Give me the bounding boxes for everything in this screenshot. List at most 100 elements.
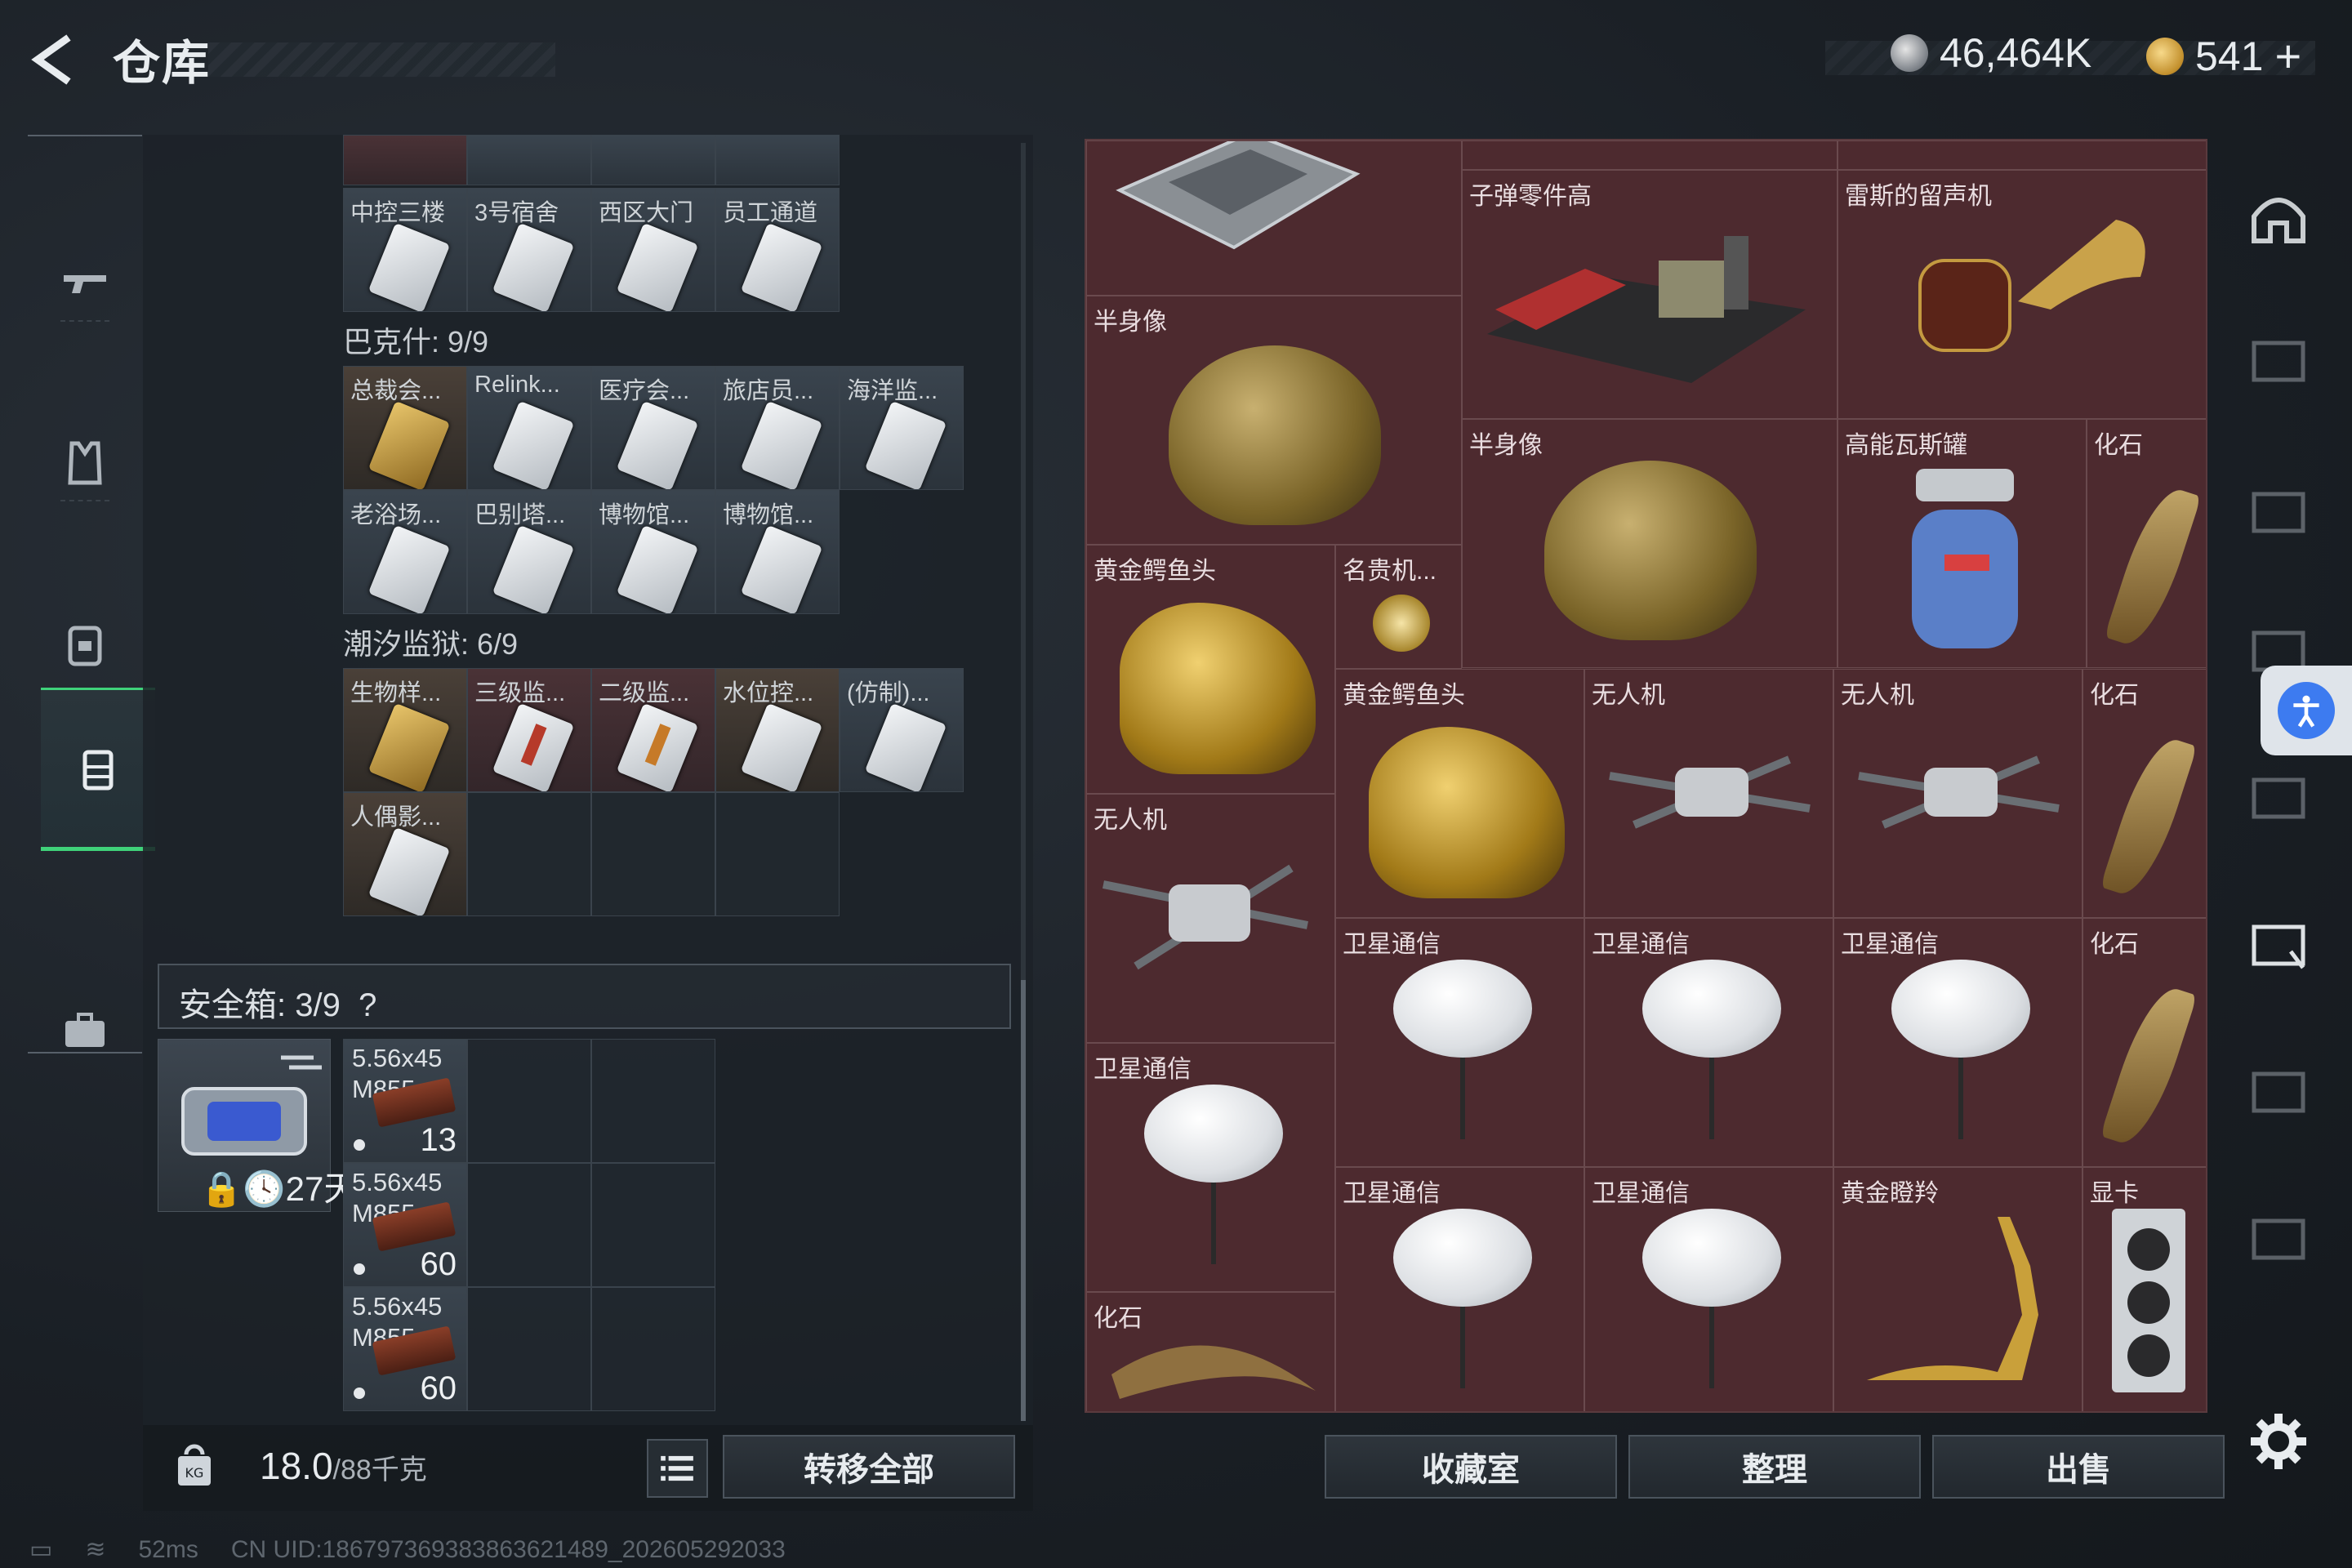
key-label: 员工通道 (723, 200, 818, 226)
key-slot[interactable] (343, 135, 467, 185)
ammo-slot[interactable]: 5.56x45 M855 13 (343, 1039, 467, 1163)
item-chip[interactable] (1086, 140, 1462, 296)
item-gold-croc[interactable]: 黄金鳄鱼头 (1086, 545, 1335, 794)
nav-weapons[interactable] (28, 202, 142, 365)
item-fossil[interactable]: 化石 (1086, 1292, 1335, 1411)
vest-icon (68, 441, 102, 485)
silver-currency: 46,464K (1891, 29, 2091, 77)
keycard-icon (492, 400, 575, 489)
list-view-button[interactable] (647, 1439, 708, 1498)
empty-slot[interactable] (715, 792, 840, 916)
key-slot[interactable]: 3号宿舍 (467, 188, 591, 312)
key-slot[interactable]: 巴别塔... (467, 490, 591, 614)
keycard-icon (616, 400, 699, 489)
accessibility-button[interactable] (2261, 666, 2352, 755)
container-slot-icon[interactable] (2246, 764, 2311, 829)
key-slot[interactable]: 中控三楼 (343, 188, 467, 312)
key-label: 生物样... (350, 680, 442, 706)
help-icon[interactable]: ? (359, 987, 376, 1023)
item-fossil[interactable]: 化石 (2082, 918, 2206, 1167)
item-bust[interactable]: 半身像 (1086, 296, 1462, 545)
key-slot[interactable]: 西区大门 (591, 188, 715, 312)
key-slot[interactable]: 三级监... (467, 668, 591, 792)
satellite-dish-icon (1642, 1209, 1781, 1307)
item-gold-deer[interactable]: 黄金瞪羚 (1833, 1167, 2082, 1411)
key-slot[interactable]: 员工通道 (715, 188, 840, 312)
empty-slot[interactable] (467, 1163, 591, 1287)
item-satellite[interactable]: 卫星通信 (1584, 1167, 1833, 1411)
key-slot[interactable]: 旅店员... (715, 366, 840, 490)
ammo-slot[interactable]: 5.56x45 M855 60 (343, 1163, 467, 1287)
container-slot-icon[interactable] (2246, 1058, 2311, 1123)
item-fossil[interactable]: 化石 (2082, 669, 2206, 918)
item-label: 化石 (2094, 432, 2143, 459)
dish-stand (1709, 1307, 1714, 1388)
item-bust[interactable]: 半身像 (1462, 419, 1838, 668)
item-gas-tank[interactable]: 高能瓦斯罐 (1838, 419, 2087, 668)
gear-icon[interactable] (2246, 1409, 2311, 1474)
gold-currency[interactable]: 541 + (2146, 29, 2301, 82)
empty-slot[interactable] (591, 792, 715, 916)
key-slot[interactable]: Relink... (467, 366, 591, 490)
key-slot[interactable]: 人偶影... (343, 792, 467, 916)
key-slot[interactable]: 水位控... (715, 668, 840, 792)
nav-case[interactable] (28, 949, 142, 1112)
key-slot[interactable]: 海洋监... (840, 366, 964, 490)
item-satellite[interactable]: 卫星通信 (1584, 918, 1833, 1167)
left-nav (28, 135, 155, 1054)
container-slot-icon[interactable] (2246, 1205, 2311, 1270)
storage-home-icon[interactable] (2246, 184, 2311, 249)
key-slot[interactable]: 博物馆... (591, 490, 715, 614)
item-drone[interactable]: 无人机 (1833, 669, 2082, 918)
empty-slot[interactable] (591, 1287, 715, 1411)
container-slot-active-icon[interactable] (2246, 911, 2311, 976)
empty-slot[interactable] (591, 1163, 715, 1287)
fossil-icon (2100, 980, 2198, 1152)
container-slot-icon[interactable] (2246, 327, 2311, 392)
item-watch[interactable]: 名贵机... (1335, 545, 1462, 669)
key-slot[interactable]: 老浴场... (343, 490, 467, 614)
container-slot-icon[interactable] (2246, 478, 2311, 543)
key-slot[interactable] (591, 135, 715, 185)
collection-room-button[interactable]: 收藏室 (1325, 1435, 1617, 1499)
item-gold-croc[interactable]: 黄金鳄鱼头 (1335, 669, 1584, 918)
ammo-count: 60 (420, 1370, 457, 1406)
item-label: 黄金瞪羚 (1841, 1180, 1939, 1207)
nav-armor[interactable] (28, 381, 142, 545)
item-satellite[interactable]: 卫星通信 (1335, 1167, 1584, 1411)
key-slot[interactable]: 二级监... (591, 668, 715, 792)
transfer-all-button[interactable]: 转移全部 (723, 1435, 1015, 1499)
key-slot[interactable] (467, 135, 591, 185)
item-drone[interactable]: 无人机 (1584, 669, 1833, 918)
item-gpu[interactable]: 显卡 (2082, 1167, 2206, 1411)
key-slot[interactable] (715, 135, 840, 185)
item-satellite[interactable]: 卫星通信 (1335, 918, 1584, 1167)
empty-slot[interactable] (467, 792, 591, 916)
sell-button[interactable]: 出售 (1932, 1435, 2225, 1499)
back-arrow-icon[interactable] (26, 31, 83, 88)
item-fossil[interactable]: 化石 (2087, 419, 2206, 668)
item-satellite[interactable]: 卫星通信 (1833, 918, 2082, 1167)
item-phonograph[interactable]: 雷斯的留声机 (1838, 170, 2206, 419)
item-satellite[interactable]: 卫星通信 (1086, 1043, 1335, 1292)
keycard-icon (368, 826, 451, 915)
empty-slot[interactable] (467, 1287, 591, 1411)
safebox-header: 安全箱: 3/9 ? (158, 964, 1011, 1029)
key-slot[interactable]: 生物样... (343, 668, 467, 792)
key-slot[interactable]: (仿制)... (840, 668, 964, 792)
add-currency-button[interactable]: + (2274, 29, 2301, 82)
item-partial[interactable] (1838, 140, 2206, 170)
key-slot[interactable]: 总裁会... (343, 366, 467, 490)
ammo-slot[interactable]: 5.56x45 M855 60 (343, 1287, 467, 1411)
stash-scroll-thumb[interactable] (1021, 980, 1026, 1421)
item-partial[interactable] (1462, 140, 1838, 170)
organize-button[interactable]: 整理 (1628, 1435, 1921, 1499)
nav-storage[interactable] (41, 688, 155, 851)
key-slot[interactable]: 博物馆... (715, 490, 840, 614)
empty-slot[interactable] (467, 1039, 591, 1163)
item-bullet-parts[interactable]: 子弹零件高 (1462, 170, 1838, 419)
briefcase-icon (65, 1013, 105, 1047)
item-drone[interactable]: 无人机 (1086, 794, 1335, 1043)
key-slot[interactable]: 医疗会... (591, 366, 715, 490)
empty-slot[interactable] (591, 1039, 715, 1163)
